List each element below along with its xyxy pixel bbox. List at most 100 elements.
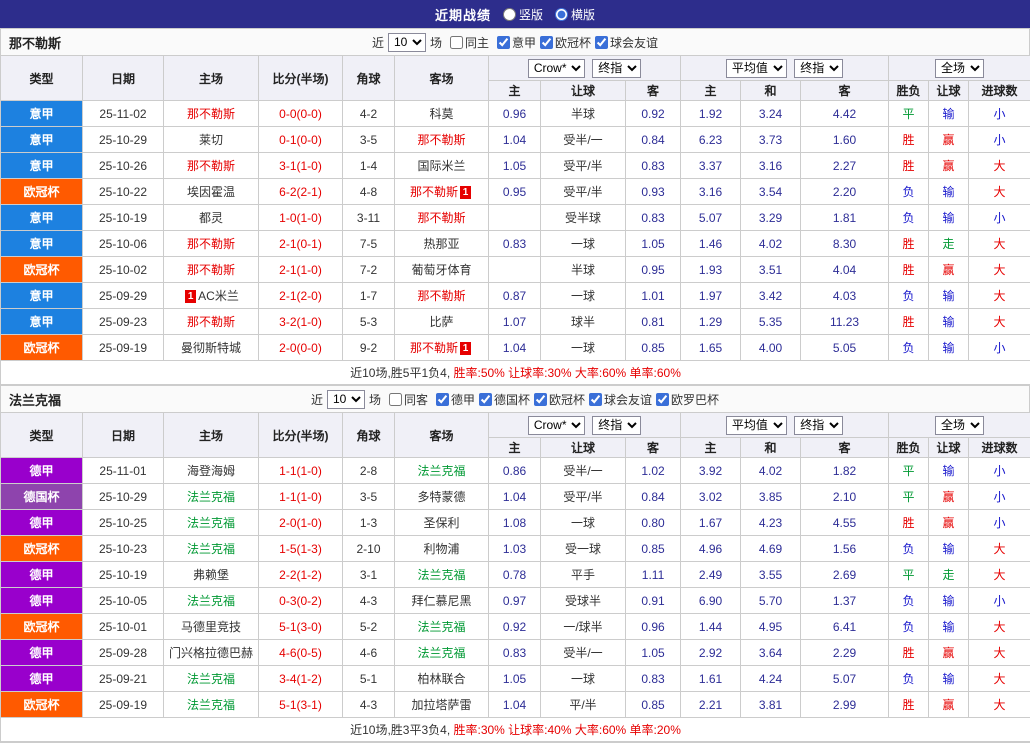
league-filter-checkbox[interactable]: 欧冠杯: [540, 34, 591, 51]
same-venue-checkbox-input[interactable]: [450, 36, 463, 49]
away-odds-cell: 1.11: [626, 562, 681, 588]
home-team-cell[interactable]: 埃因霍温: [164, 179, 259, 205]
away-team-cell[interactable]: 热那亚: [395, 231, 489, 257]
match-row: 意甲25-09-23那不勒斯3-2(1-0)5-3比萨1.07球半0.811.2…: [1, 309, 1030, 335]
final-odds-select-2[interactable]: 终指: [794, 416, 843, 435]
away-team-cell[interactable]: 科莫: [395, 101, 489, 127]
table-header-row-1: 类型 日期 主场 比分(半场) 角球 客场 Crow* 终指 平均值 终指: [1, 56, 1030, 81]
away-team-cell[interactable]: 那不勒斯1: [395, 179, 489, 205]
avg-draw-cell: 3.24: [741, 101, 801, 127]
same-venue-checkbox[interactable]: 同主: [450, 34, 489, 51]
home-team-cell[interactable]: 那不勒斯: [164, 101, 259, 127]
col-odds-away: 客: [626, 438, 681, 458]
avg-home-cell: 1.97: [681, 283, 741, 309]
away-team-cell[interactable]: 葡萄牙体育: [395, 257, 489, 283]
handicap-result-cell: 赢: [929, 257, 969, 283]
home-team-cell[interactable]: 法兰克福: [164, 588, 259, 614]
home-team-cell[interactable]: 那不勒斯: [164, 257, 259, 283]
team-name-text: 法兰克福: [187, 594, 235, 608]
league-filter-checkbox-input[interactable]: [589, 393, 602, 406]
home-odds-cell: 1.05: [489, 666, 541, 692]
league-filter-checkbox-input[interactable]: [656, 393, 669, 406]
home-team-cell[interactable]: 门兴格拉德巴赫: [164, 640, 259, 666]
scope-select[interactable]: 全场: [935, 416, 984, 435]
league-filter-checkbox[interactable]: 意甲: [497, 34, 536, 51]
league-filter-checkbox[interactable]: 欧冠杯: [534, 391, 585, 408]
team-name-text: 国际米兰: [417, 159, 465, 173]
home-team-cell[interactable]: 法兰克福: [164, 692, 259, 718]
corner-cell: 3-1: [343, 562, 395, 588]
company-select[interactable]: Crow*: [528, 59, 585, 78]
away-odds-cell: 0.96: [626, 614, 681, 640]
home-team-cell[interactable]: 马德里竞技: [164, 614, 259, 640]
away-team-cell[interactable]: 法兰克福: [395, 562, 489, 588]
away-team-cell[interactable]: 那不勒斯: [395, 127, 489, 153]
home-team-cell[interactable]: 那不勒斯: [164, 309, 259, 335]
league-filter-checkbox-input[interactable]: [436, 393, 449, 406]
vertical-radio[interactable]: [503, 8, 516, 21]
league-filter-checkbox-input[interactable]: [497, 36, 510, 49]
league-filter-checkbox[interactable]: 球会友谊: [589, 391, 652, 408]
home-team-cell[interactable]: 法兰克福: [164, 484, 259, 510]
home-team-cell[interactable]: 法兰克福: [164, 510, 259, 536]
away-team-cell[interactable]: 那不勒斯1: [395, 335, 489, 361]
date-cell: 25-10-26: [83, 153, 164, 179]
average-select[interactable]: 平均值: [726, 59, 787, 78]
corner-cell: 5-3: [343, 309, 395, 335]
match-row: 意甲25-10-26那不勒斯3-1(1-0)1-4国际米兰1.05受平/半0.8…: [1, 153, 1030, 179]
scope-select[interactable]: 全场: [935, 59, 984, 78]
home-team-cell[interactable]: 都灵: [164, 205, 259, 231]
horizontal-radio[interactable]: [555, 8, 568, 21]
recent-count-select[interactable]: 10: [327, 390, 365, 409]
away-team-cell[interactable]: 比萨: [395, 309, 489, 335]
final-odds-select[interactable]: 终指: [592, 59, 641, 78]
away-team-cell[interactable]: 那不勒斯: [395, 283, 489, 309]
home-team-cell[interactable]: 法兰克福: [164, 536, 259, 562]
avg-home-cell: 2.49: [681, 562, 741, 588]
home-team-cell[interactable]: 莱切: [164, 127, 259, 153]
avg-home-cell: 1.67: [681, 510, 741, 536]
away-team-cell[interactable]: 柏林联合: [395, 666, 489, 692]
away-team-cell[interactable]: 法兰克福: [395, 640, 489, 666]
league-filter-checkbox-input[interactable]: [595, 36, 608, 49]
layout-vertical-option[interactable]: 竖版: [503, 6, 543, 23]
away-team-cell[interactable]: 法兰克福: [395, 614, 489, 640]
away-team-cell[interactable]: 加拉塔萨雷: [395, 692, 489, 718]
home-team-cell[interactable]: 那不勒斯: [164, 231, 259, 257]
away-team-cell[interactable]: 多特蒙德: [395, 484, 489, 510]
league-filter-checkbox-input[interactable]: [534, 393, 547, 406]
home-team-cell[interactable]: 弗赖堡: [164, 562, 259, 588]
average-select[interactable]: 平均值: [726, 416, 787, 435]
league-filter-checkbox[interactable]: 球会友谊: [595, 34, 658, 51]
league-filter-checkbox[interactable]: 德甲: [436, 391, 475, 408]
league-filter-checkbox[interactable]: 欧罗巴杯: [656, 391, 719, 408]
same-venue-checkbox[interactable]: 同客: [389, 391, 428, 408]
final-odds-select[interactable]: 终指: [592, 416, 641, 435]
away-team-cell[interactable]: 那不勒斯: [395, 205, 489, 231]
handicap-result-cell: 走: [929, 562, 969, 588]
final-odds-select-2[interactable]: 终指: [794, 59, 843, 78]
league-filter-checkbox-input[interactable]: [540, 36, 553, 49]
recent-count-select[interactable]: 10: [388, 33, 426, 52]
league-filter-checkbox-input[interactable]: [479, 393, 492, 406]
league-filter-checkbox[interactable]: 德国杯: [479, 391, 530, 408]
away-team-cell[interactable]: 圣保利: [395, 510, 489, 536]
away-team-cell[interactable]: 拜仁慕尼黑: [395, 588, 489, 614]
corner-cell: 9-2: [343, 335, 395, 361]
company-select[interactable]: Crow*: [528, 416, 585, 435]
home-team-cell[interactable]: 1AC米兰: [164, 283, 259, 309]
away-odds-cell: 0.83: [626, 205, 681, 231]
corner-cell: 4-3: [343, 692, 395, 718]
handicap-cell: 一球: [541, 666, 626, 692]
layout-horizontal-option[interactable]: 横版: [555, 6, 595, 23]
home-team-cell[interactable]: 法兰克福: [164, 666, 259, 692]
home-odds-cell: 1.08: [489, 510, 541, 536]
away-team-cell[interactable]: 利物浦: [395, 536, 489, 562]
home-team-cell[interactable]: 那不勒斯: [164, 153, 259, 179]
away-team-cell[interactable]: 法兰克福: [395, 458, 489, 484]
away-team-cell[interactable]: 国际米兰: [395, 153, 489, 179]
same-venue-checkbox-input[interactable]: [389, 393, 402, 406]
home-team-cell[interactable]: 海登海姆: [164, 458, 259, 484]
home-team-cell[interactable]: 曼彻斯特城: [164, 335, 259, 361]
goals-result-cell: 大: [969, 231, 1030, 257]
